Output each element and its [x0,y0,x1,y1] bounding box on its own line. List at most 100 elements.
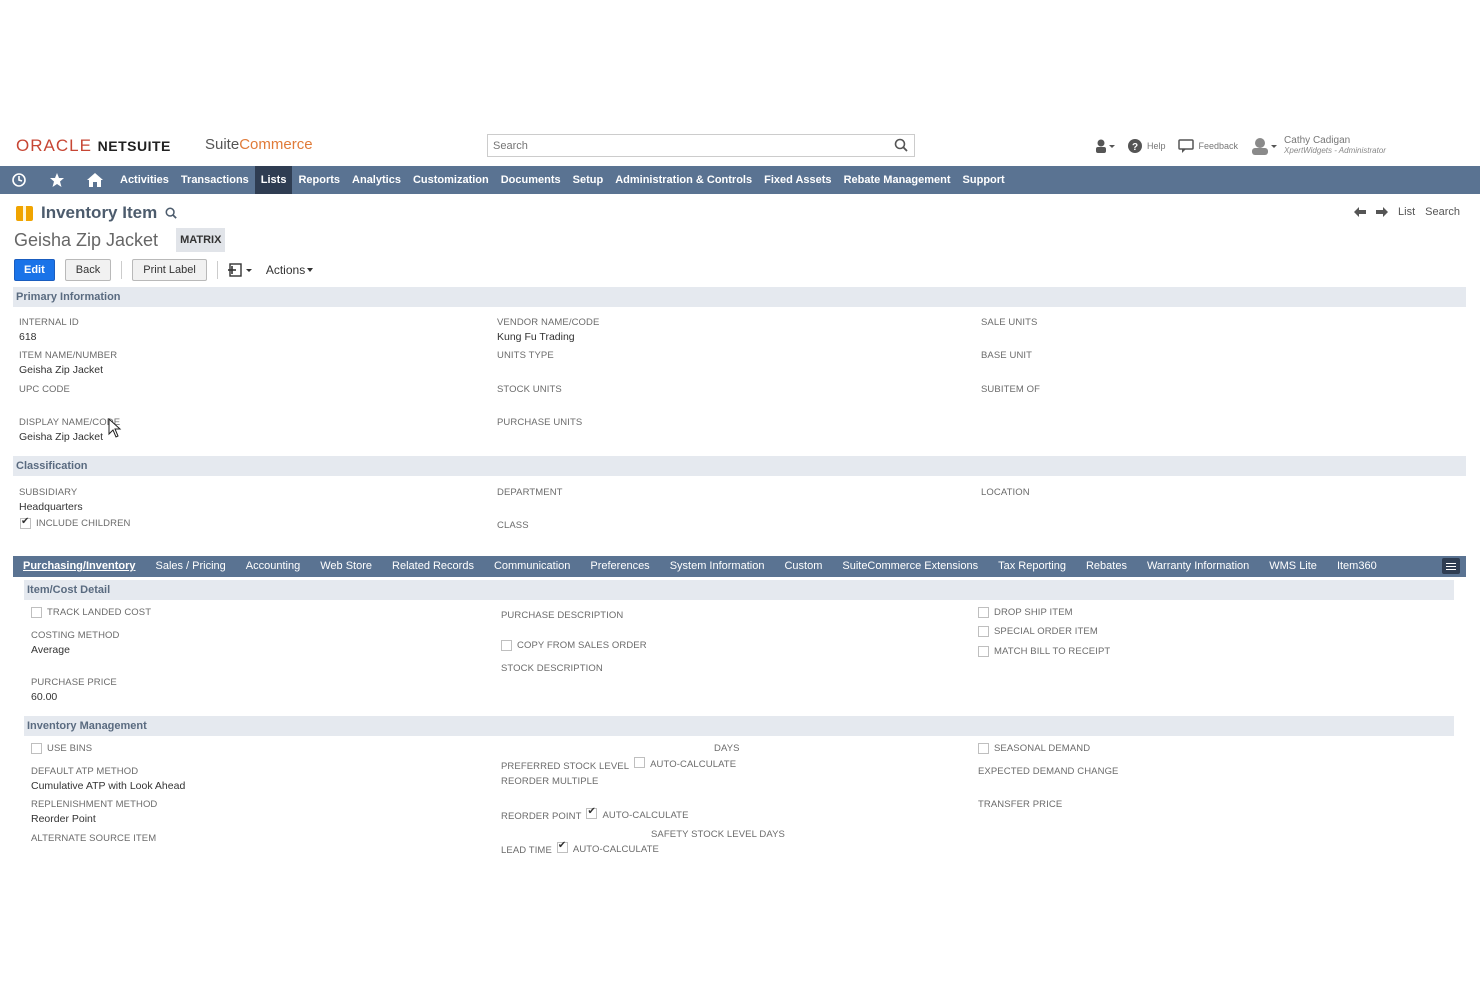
help-link[interactable]: ? Help [1128,139,1166,153]
recent-icon[interactable] [0,166,38,194]
tab-tax-reporting[interactable]: Tax Reporting [988,556,1076,577]
main-nav: Activities Transactions Lists Reports An… [0,166,1480,194]
preferred-stock-auto-calculate-checkbox[interactable] [634,757,646,768]
tab-rebates[interactable]: Rebates [1076,556,1137,577]
display-name-label: DISPLAY NAME/CODE [19,417,121,428]
reorder-point-auto-calculate-label: AUTO-CALCULATE [602,810,689,821]
nav-rebate-management[interactable]: Rebate Management [838,166,957,194]
safety-stock-level-days-field: SAFETY STOCK LEVEL DAYS [651,829,785,840]
tab-system-information[interactable]: System Information [660,556,775,577]
stock-description-field: STOCK DESCRIPTION [501,663,603,674]
default-atp-method-value: Cumulative ATP with Look Ahead [31,780,186,792]
item-cost-detail-header[interactable]: Item/Cost Detail [24,580,1454,600]
copy-from-sales-order-checkbox[interactable] [501,640,512,651]
button-divider [216,261,218,279]
new-record-menu-icon[interactable] [227,262,254,278]
lead-time-label: LEAD TIME [501,845,552,856]
netsuite-wordmark: NETSUITE [97,138,171,154]
tab-custom[interactable]: Custom [774,556,832,577]
subitem-of-field: SUBITEM OF [981,384,1040,395]
tab-warranty-information[interactable]: Warranty Information [1137,556,1259,577]
match-bill-to-receipt-checkbox[interactable] [978,646,989,657]
search-link[interactable]: Search [1425,206,1460,218]
global-search-input[interactable] [488,135,868,156]
tab-preferences[interactable]: Preferences [580,556,659,577]
reorder-point-field: REORDER POINT AUTO-CALCULATE [501,805,689,822]
list-link[interactable]: List [1398,206,1415,218]
search-icon[interactable] [894,138,908,152]
vendor-field: VENDOR NAME/CODE Kung Fu Trading [497,317,599,343]
tab-wms-lite[interactable]: WMS Lite [1259,556,1327,577]
costing-method-label: COSTING METHOD [31,630,120,641]
classification-header[interactable]: Classification [13,456,1466,476]
edit-button[interactable]: Edit [14,259,55,281]
item-name-label: ITEM NAME/NUMBER [19,350,118,361]
next-record-arrow-icon[interactable] [1376,207,1389,217]
back-button[interactable]: Back [64,259,112,281]
tab-communication[interactable]: Communication [484,556,580,577]
feedback-link[interactable]: Feedback [1177,139,1238,153]
track-landed-cost-checkbox[interactable] [31,607,42,618]
drop-ship-item-checkbox[interactable] [978,607,989,618]
subtab-bar: Purchasing/Inventory Sales / Pricing Acc… [13,556,1466,577]
seasonal-demand-checkbox[interactable] [978,743,989,754]
user-role: XpertWidgets - Administrator [1284,146,1386,155]
seasonal-demand-label: SEASONAL DEMAND [994,743,1091,754]
previous-record-arrow-icon[interactable] [1354,207,1367,217]
nav-activities[interactable]: Activities [114,166,175,194]
user-switch-icon [1096,139,1115,153]
home-icon[interactable] [76,166,114,194]
nav-analytics[interactable]: Analytics [346,166,407,194]
nav-reports[interactable]: Reports [292,166,346,194]
inventory-management-header[interactable]: Inventory Management [24,716,1454,736]
special-order-item-field: SPECIAL ORDER ITEM [978,626,1098,637]
replenishment-method-field: REPLENISHMENT METHOD Reorder Point [31,799,157,825]
replenishment-method-label: REPLENISHMENT METHOD [31,799,158,810]
units-type-field: UNITS TYPE [497,350,554,361]
favorites-star-icon[interactable] [38,166,76,194]
tab-purchasing-inventory[interactable]: Purchasing/Inventory [13,556,145,577]
nav-administration-controls[interactable]: Administration & Controls [609,166,758,194]
print-label-button[interactable]: Print Label [132,259,207,281]
default-atp-method-field: DEFAULT ATP METHOD Cumulative ATP with L… [31,766,185,792]
subtab-menu-icon[interactable] [1442,558,1460,574]
reorder-point-label: REORDER POINT [501,811,582,822]
nav-documents[interactable]: Documents [495,166,567,194]
reorder-point-auto-calculate-checkbox[interactable] [586,806,598,819]
purchase-description-label: PURCHASE DESCRIPTION [501,610,624,621]
nav-customization[interactable]: Customization [407,166,495,194]
chevron-down-icon[interactable] [307,268,314,272]
actions-menu[interactable]: Actions [266,263,305,277]
special-order-item-checkbox[interactable] [978,626,989,637]
nav-fixed-assets[interactable]: Fixed Assets [758,166,837,194]
drop-ship-item-label: DROP SHIP ITEM [994,607,1073,618]
include-children-checkbox[interactable] [20,516,31,529]
nav-lists[interactable]: Lists [254,166,293,194]
nav-setup[interactable]: Setup [567,166,610,194]
internal-id-value: 618 [19,331,37,343]
recent-records-menu[interactable] [1094,138,1116,154]
oracle-netsuite-logo[interactable]: ORACLE NETSUITE [16,136,171,156]
tab-suitecommerce-extensions[interactable]: SuiteCommerce Extensions [832,556,988,577]
expected-demand-change-field: EXPECTED DEMAND CHANGE [978,766,1119,777]
nav-support[interactable]: Support [957,166,1011,194]
primary-information-header[interactable]: Primary Information [13,287,1466,307]
tab-accounting[interactable]: Accounting [236,556,310,577]
purchase-price-value: 60.00 [31,691,58,703]
tab-related-records[interactable]: Related Records [382,556,484,577]
purchase-units-field: PURCHASE UNITS [497,417,582,428]
tab-web-store[interactable]: Web Store [310,556,382,577]
use-bins-checkbox[interactable] [31,743,42,754]
purchase-description-field: PURCHASE DESCRIPTION [501,610,623,621]
tab-item360[interactable]: Item360 [1327,556,1387,577]
purchase-price-field: PURCHASE PRICE 60.00 [31,677,117,703]
lead-time-auto-calculate-checkbox[interactable] [556,840,568,853]
user-menu[interactable]: Cathy Cadigan XpertWidgets - Administrat… [1250,136,1386,156]
internal-id-field: INTERNAL ID 618 [19,317,79,343]
search-icon[interactable] [165,207,177,219]
tab-sales-pricing[interactable]: Sales / Pricing [145,556,235,577]
actions-group: Actions [227,262,314,278]
suitecommerce-logo: SuiteCommerce [205,136,313,153]
item-name-field: ITEM NAME/NUMBER Geisha Zip Jacket [19,350,117,376]
nav-transactions[interactable]: Transactions [175,166,255,194]
